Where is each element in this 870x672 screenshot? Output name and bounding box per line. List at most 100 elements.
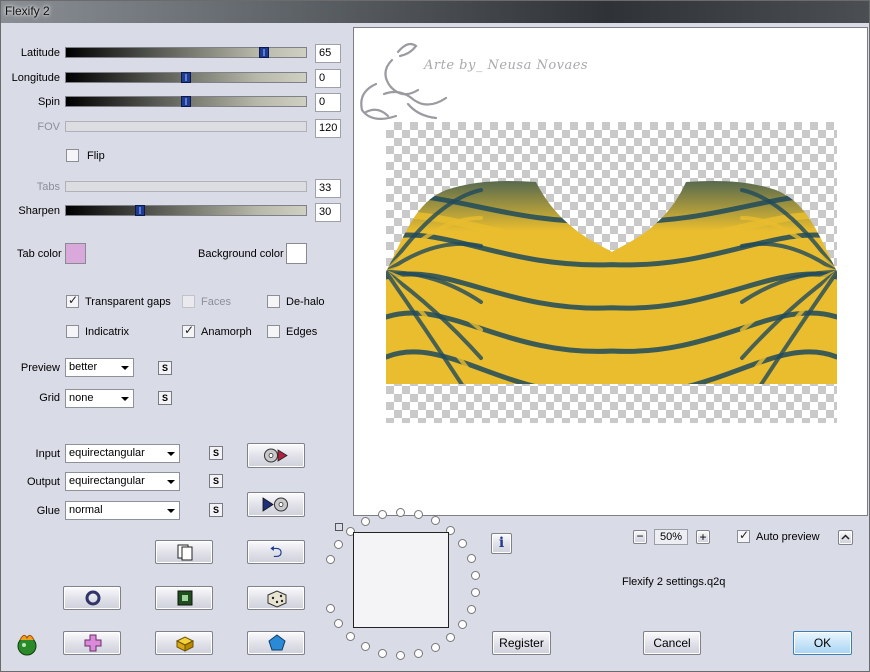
watermark-logo — [348, 34, 468, 129]
register-button[interactable]: Register — [492, 631, 551, 655]
dial-dot[interactable] — [326, 555, 335, 564]
dial-dot[interactable] — [334, 540, 343, 549]
indicatrix-label: Indicatrix — [85, 326, 130, 338]
play-disc-icon — [262, 497, 288, 512]
latitude-slider-thumb[interactable] — [259, 47, 269, 58]
spin-slider-thumb[interactable] — [181, 96, 191, 107]
dice-icon — [267, 590, 287, 608]
dial-dot[interactable] — [334, 619, 343, 628]
dial-dot[interactable] — [326, 604, 335, 613]
auto-preview-checkbox[interactable] — [737, 528, 750, 543]
tab-color-swatch[interactable] — [65, 243, 86, 264]
latitude-value-field[interactable]: 65 — [315, 44, 341, 63]
pink-cross-icon — [84, 634, 102, 652]
dial-dot[interactable] — [431, 643, 440, 652]
sharpen-value-field[interactable]: 30 — [315, 203, 341, 222]
zoom-level-display: 50% — [654, 529, 688, 545]
chevron-down-icon — [167, 480, 175, 484]
dial-dot[interactable] — [396, 651, 405, 660]
sphere-mode-button[interactable] — [63, 586, 121, 610]
output-projection-select[interactable]: equirectangular — [65, 472, 180, 491]
square-mode-button[interactable] — [155, 586, 213, 610]
dial-dot[interactable] — [471, 588, 480, 597]
transparent-gaps-checkbox[interactable] — [66, 293, 79, 308]
preview-quality-select[interactable]: better — [65, 358, 134, 377]
anamorph-checkbox[interactable] — [182, 323, 195, 338]
dial-dot[interactable] — [471, 571, 480, 580]
grid-select[interactable]: none — [65, 389, 134, 408]
random-button[interactable] — [247, 586, 305, 610]
plus-icon: + — [699, 530, 707, 544]
dial-dot[interactable] — [346, 632, 355, 641]
chevron-down-icon — [121, 397, 129, 401]
output-s-button[interactable]: S — [209, 474, 223, 488]
dial-dot[interactable] — [467, 554, 476, 563]
fov-value-field: 120 — [315, 119, 341, 138]
preview-quality-s-button[interactable]: S — [158, 361, 172, 375]
zoom-out-button[interactable]: − — [633, 530, 647, 544]
dial-dot[interactable] — [361, 642, 370, 651]
flip-checkbox[interactable] — [66, 149, 79, 162]
green-square-icon — [177, 590, 193, 606]
dial-dot[interactable] — [467, 605, 476, 614]
preview-canvas[interactable]: Arte by_ Neusa Novaes — [353, 27, 868, 516]
flexify-logo-icon — [14, 632, 40, 656]
indicatrix-checkbox[interactable] — [66, 325, 79, 338]
longitude-value-field[interactable]: 0 — [315, 69, 341, 88]
output-projection-value: equirectangular — [69, 475, 145, 487]
longitude-slider-thumb[interactable] — [181, 72, 191, 83]
dial-dot[interactable] — [431, 516, 440, 525]
tabs-value-field: 33 — [315, 179, 341, 198]
input-projection-select[interactable]: equirectangular — [65, 444, 180, 463]
ok-button[interactable]: OK — [793, 631, 852, 655]
spin-value-field[interactable]: 0 — [315, 93, 341, 112]
glue-select[interactable]: normal — [65, 501, 180, 520]
glue-label: Glue — [36, 505, 60, 517]
save-settings-button[interactable] — [247, 492, 305, 517]
navigator-thumbnail[interactable] — [353, 532, 449, 628]
chevron-down-icon — [121, 366, 129, 370]
input-projection-value: equirectangular — [69, 447, 145, 459]
latitude-slider[interactable] — [65, 47, 307, 58]
dial-dot[interactable] — [378, 649, 387, 658]
glue-s-button[interactable]: S — [209, 503, 223, 517]
undo-button[interactable]: ⮌ — [247, 540, 305, 564]
load-settings-button[interactable] — [247, 443, 305, 468]
preview-quality-value: better — [69, 361, 98, 373]
copy-pages-icon — [177, 544, 193, 561]
grid-s-button[interactable]: S — [158, 391, 172, 405]
sharpen-slider-thumb[interactable] — [135, 205, 145, 216]
dial-dot[interactable] — [396, 508, 405, 517]
dial-dot[interactable] — [458, 539, 467, 548]
dial-dot[interactable] — [378, 510, 387, 519]
tabs-label: Tabs — [36, 181, 60, 193]
info-button[interactable]: i — [491, 533, 512, 554]
transparency-checkerboard — [386, 122, 837, 423]
cross-mode-button[interactable] — [63, 631, 121, 655]
zoom-in-button[interactable]: + — [696, 530, 710, 544]
longitude-slider[interactable] — [65, 72, 307, 83]
dial-dot[interactable] — [414, 510, 423, 519]
spin-slider[interactable] — [65, 96, 307, 107]
grid-value: none — [69, 392, 94, 404]
sharpen-slider[interactable] — [65, 205, 307, 216]
collapse-button[interactable] — [838, 530, 853, 545]
dial-dot[interactable] — [458, 620, 467, 629]
pentagon-mode-button[interactable] — [247, 631, 305, 655]
edges-label: Edges — [286, 326, 318, 338]
copy-button[interactable] — [155, 540, 213, 564]
edges-checkbox[interactable] — [267, 325, 280, 338]
background-color-swatch[interactable] — [286, 243, 307, 264]
cancel-button[interactable]: Cancel — [643, 631, 701, 655]
de-halo-checkbox[interactable] — [267, 295, 280, 308]
dial-dot[interactable] — [361, 517, 370, 526]
input-s-button[interactable]: S — [209, 446, 223, 460]
dial-dot[interactable] — [414, 649, 423, 658]
sharpen-label: Sharpen — [18, 205, 60, 217]
cube-mode-button[interactable] — [155, 631, 213, 655]
faces-label: Faces — [201, 296, 231, 308]
chevron-down-icon — [167, 509, 175, 513]
fov-label: FOV — [37, 121, 60, 133]
dial-dot[interactable] — [446, 633, 455, 642]
rotation-handle-icon[interactable] — [335, 523, 343, 531]
